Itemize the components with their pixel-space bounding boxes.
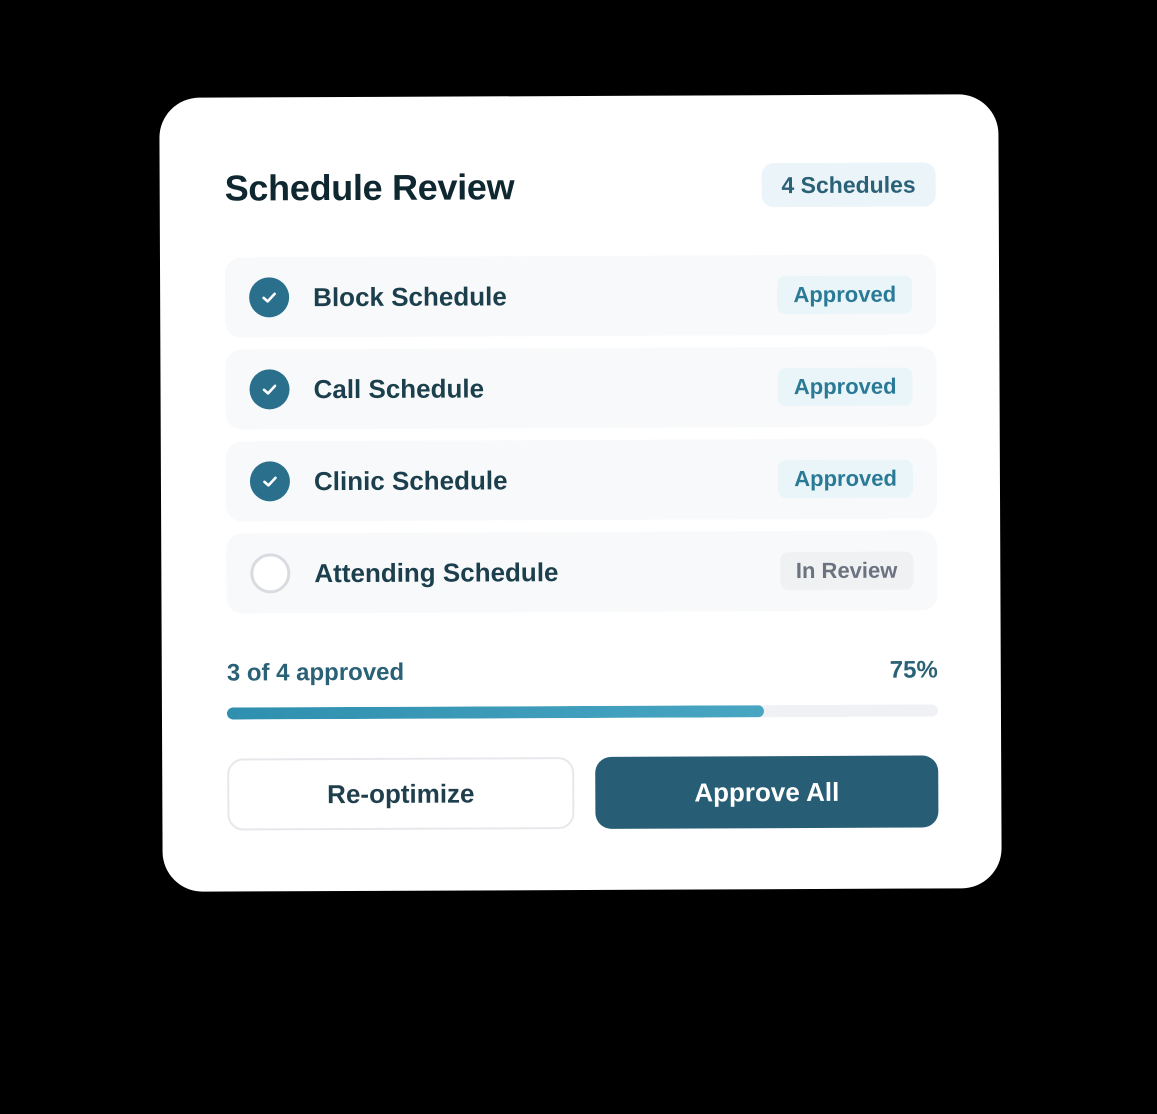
schedule-item-call[interactable]: Call Schedule Approved	[225, 346, 937, 430]
status-badge: Approved	[778, 459, 914, 499]
schedule-item-label: Clinic Schedule	[313, 465, 508, 497]
card-header: Schedule Review 4 Schedules	[225, 160, 936, 211]
card-title: Schedule Review	[224, 166, 515, 209]
approve-all-button[interactable]: Approve All	[595, 755, 939, 829]
schedule-item-label: Block Schedule	[313, 281, 507, 313]
schedule-item-label: Call Schedule	[313, 373, 485, 405]
action-buttons: Re-optimize Approve All	[227, 755, 939, 831]
schedule-review-card: Schedule Review 4 Schedules Block Schedu…	[159, 94, 1002, 892]
schedule-item-clinic[interactable]: Clinic Schedule Approved	[225, 438, 938, 522]
status-badge: In Review	[779, 551, 914, 591]
empty-circle-icon	[250, 553, 291, 594]
progress-bar-fill	[226, 705, 764, 720]
schedule-list: Block Schedule Approved Call Schedule Ap…	[224, 254, 938, 625]
schedule-item-label: Attending Schedule	[314, 557, 559, 589]
schedule-item-block[interactable]: Block Schedule Approved	[224, 254, 937, 338]
check-circle-icon	[249, 461, 291, 502]
status-badge: Approved	[777, 367, 913, 407]
progress-label: 3 of 4 approved	[226, 658, 405, 687]
check-circle-icon	[249, 369, 290, 410]
progress-summary: 3 of 4 approved 75%	[227, 656, 938, 689]
schedule-count-badge: 4 Schedules	[761, 162, 936, 208]
status-badge: Approved	[777, 275, 913, 315]
re-optimize-button[interactable]: Re-optimize	[227, 757, 575, 831]
schedule-item-attending[interactable]: Attending Schedule In Review	[226, 530, 938, 614]
progress-percent: 75%	[889, 656, 938, 684]
check-circle-icon	[249, 277, 290, 318]
progress-bar	[226, 704, 938, 720]
